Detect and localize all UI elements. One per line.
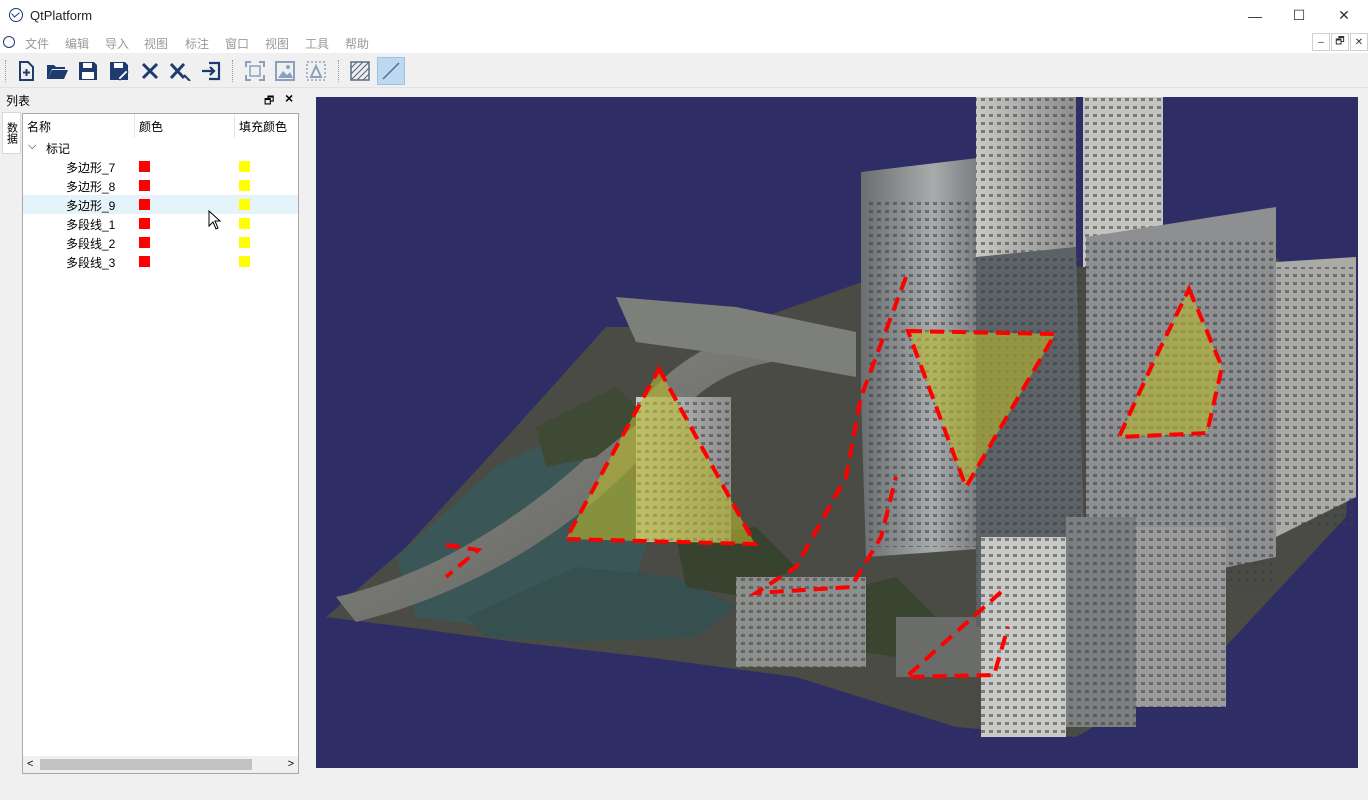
item-label: 多边形_7 [66, 161, 116, 175]
fill-color-swatch [239, 218, 250, 229]
tree-row[interactable]: 多边形_7 [23, 157, 298, 176]
mdi-minimize-button[interactable]: – [1312, 33, 1330, 51]
tree-row[interactable]: 多边形_8 [23, 176, 298, 195]
exit-button[interactable] [197, 57, 225, 85]
window-title: QtPlatform [30, 8, 93, 23]
close-window-button[interactable]: ✕ [1321, 0, 1367, 31]
tree-group-markers[interactable]: ⌵ 标记 [23, 138, 298, 157]
fill-color-swatch [239, 180, 250, 191]
minimize-button[interactable]: — [1232, 0, 1278, 31]
item-label: 多边形_9 [66, 199, 116, 213]
menu-file[interactable]: 文件 [25, 35, 49, 52]
maximize-button[interactable]: ☐ [1276, 0, 1322, 31]
item-label: 多段线_1 [66, 218, 116, 232]
item-label: 多段线_3 [66, 256, 116, 270]
hatch-fill-icon [350, 61, 370, 81]
menu-tools[interactable]: 工具 [305, 35, 329, 52]
item-label: 多段线_2 [66, 237, 116, 251]
close-icon [141, 62, 159, 80]
horizontal-scrollbar[interactable]: < > [23, 756, 298, 773]
new-file-icon [19, 61, 34, 81]
menu-import[interactable]: 导入 [105, 35, 129, 52]
toolbar [0, 54, 1368, 88]
3d-viewport[interactable] [316, 97, 1358, 768]
zoom-image-button[interactable] [271, 57, 299, 85]
menu-bar: 文件 编辑 导入 视图 标注 窗口 视图 工具 帮助 [0, 31, 1368, 53]
new-file-button[interactable] [12, 57, 40, 85]
dock-close-icon[interactable]: × [285, 90, 293, 106]
save-as-icon [110, 62, 129, 81]
group-label: 标记 [46, 142, 71, 156]
chevron-down-icon[interactable]: ⌵ [28, 140, 36, 153]
toolbar-grip [5, 60, 7, 82]
color-swatch [139, 199, 150, 210]
color-swatch [139, 161, 150, 172]
mouse-cursor-icon [208, 210, 222, 230]
toolbar-separator [232, 60, 234, 82]
fill-color-swatch [239, 237, 250, 248]
tree-row-selected[interactable]: 多边形_9 [23, 195, 298, 214]
menu-view-2[interactable]: 视图 [265, 35, 289, 52]
scrollbar-thumb[interactable] [40, 759, 252, 770]
fill-color-swatch [239, 256, 250, 267]
mdi-app-icon [3, 36, 15, 48]
annotation-tree[interactable]: 名称 颜色 填充颜色 ⌵ 标记 多边形_7 多边形_8 多边形_9 多段线_1 … [22, 113, 299, 774]
save-icon [79, 62, 97, 80]
city-model-scene [326, 97, 1356, 737]
color-swatch [139, 180, 150, 191]
tree-row[interactable]: 多段线_1 [23, 214, 298, 233]
color-swatch [139, 237, 150, 248]
tree-row[interactable]: 多段线_2 [23, 233, 298, 252]
close-all-icon [169, 62, 191, 81]
color-swatch [139, 256, 150, 267]
app-icon [9, 8, 23, 22]
column-header-name[interactable]: 名称 [23, 114, 135, 138]
dock-float-icon[interactable]: 🗗 [264, 92, 274, 111]
open-folder-button[interactable] [43, 57, 71, 85]
scroll-left-icon[interactable]: < [27, 758, 33, 770]
save-button[interactable] [74, 57, 102, 85]
fill-color-swatch [239, 161, 250, 172]
open-folder-icon [47, 65, 68, 79]
exit-icon [202, 61, 221, 81]
mdi-restore-button[interactable]: 🗗 [1331, 33, 1349, 51]
toolbar-separator-2 [338, 60, 340, 82]
menu-view[interactable]: 视图 [144, 35, 168, 52]
menu-window[interactable]: 窗口 [225, 35, 249, 52]
close-button[interactable] [136, 57, 164, 85]
zoom-extent-icon [245, 61, 265, 81]
item-label: 多边形_8 [66, 180, 116, 194]
column-header-fill-color[interactable]: 填充颜色 [235, 114, 298, 138]
column-header-color[interactable]: 颜色 [135, 114, 235, 138]
side-tab-data[interactable]: 数据 [2, 112, 21, 154]
line-draw-button[interactable] [377, 57, 405, 85]
scroll-right-icon[interactable]: > [288, 758, 294, 770]
mdi-close-button[interactable]: ✕ [1350, 33, 1368, 51]
line-tool-icon [382, 62, 400, 80]
color-swatch [139, 218, 150, 229]
menu-annotate[interactable]: 标注 [185, 35, 209, 52]
fill-color-swatch [239, 199, 250, 210]
zoom-image-icon [275, 61, 295, 81]
zoom-extent-button[interactable] [241, 57, 269, 85]
menu-help[interactable]: 帮助 [345, 35, 369, 52]
tree-row[interactable]: 多段线_3 [23, 252, 298, 271]
dock-title-bar: 列表 🗗 × [0, 89, 300, 109]
zoom-selection-icon [306, 61, 326, 81]
zoom-selection-button[interactable] [302, 57, 330, 85]
close-all-button[interactable] [166, 57, 194, 85]
dock-title: 列表 [6, 94, 31, 108]
menu-edit[interactable]: 编辑 [65, 35, 89, 52]
title-bar: QtPlatform — ☐ ✕ [0, 0, 1368, 31]
fill-pattern-button[interactable] [346, 57, 374, 85]
save-as-button[interactable] [105, 57, 133, 85]
